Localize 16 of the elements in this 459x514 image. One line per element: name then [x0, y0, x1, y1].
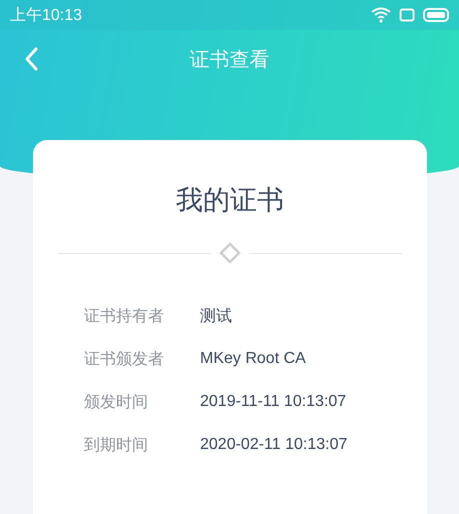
- page-title: 证书查看: [190, 46, 270, 72]
- screen-icon: [399, 8, 415, 22]
- field-label: 到期时间: [84, 434, 149, 456]
- field-value: 2019-11-11 10:13:07: [200, 393, 346, 411]
- wifi-icon: [371, 7, 391, 23]
- card-title: 我的证书: [175, 184, 285, 218]
- field-label: 证书持有者: [84, 306, 165, 326]
- battery-icon: [423, 8, 449, 22]
- field-label: 证书颁发者: [84, 348, 165, 370]
- field-value: MKey Root CA: [200, 350, 306, 368]
- status-time: 上午10:13: [10, 6, 82, 26]
- field-value: 测试: [200, 306, 232, 326]
- field-value: 2020-02-11 10:13:07: [200, 436, 348, 454]
- field-label: 颁发时间: [84, 392, 149, 412]
- diamond-icon: [219, 242, 241, 264]
- back-icon[interactable]: [24, 47, 38, 71]
